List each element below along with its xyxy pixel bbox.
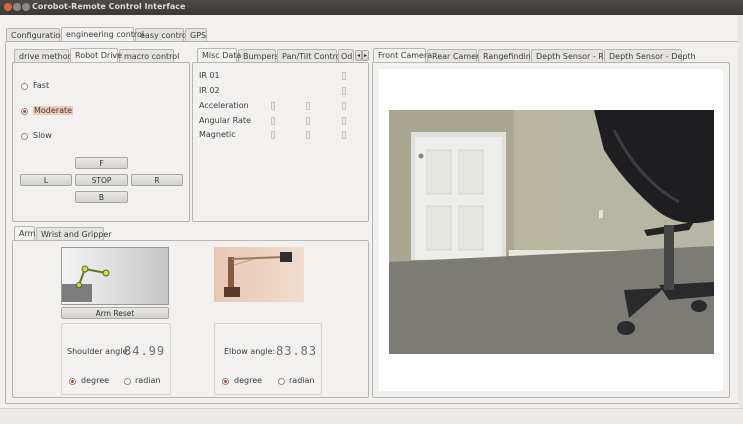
shoulder-degree-radio[interactable] bbox=[69, 378, 76, 385]
tab-arm[interactable]: Arm bbox=[14, 226, 35, 240]
shoulder-angle-group: Shoulder angle: 84.99 degree radian bbox=[61, 323, 171, 395]
tab-misc-data[interactable]: Misc Data bbox=[197, 48, 241, 62]
shoulder-radian-label: radian bbox=[135, 376, 161, 385]
ir02-bar bbox=[342, 87, 346, 95]
tab-robot-drive[interactable]: Robot Drive bbox=[70, 48, 122, 62]
arm-panel: Arm Reset Shoulder angle: 84.99 degree r… bbox=[12, 240, 369, 398]
magnetic-y-bar bbox=[306, 131, 310, 139]
tab-macro-control[interactable]: macro control bbox=[119, 49, 179, 62]
angular-rate-x-bar bbox=[271, 117, 275, 125]
tab-configuration[interactable]: Configuration bbox=[6, 28, 65, 41]
right-button[interactable]: R bbox=[131, 174, 183, 186]
sensor-label-angular-rate: Angular Rate bbox=[199, 116, 251, 125]
robot-drive-panel: Fast Moderate Slow F L STOP R B bbox=[12, 62, 190, 222]
tab-wrist-and-gripper[interactable]: Wrist and Gripper bbox=[36, 227, 112, 240]
shoulder-angle-label: Shoulder angle: bbox=[67, 347, 131, 356]
tab-engineering-control[interactable]: engineering control bbox=[61, 27, 144, 41]
speed-slow-radio[interactable] bbox=[21, 133, 28, 140]
tab-bumpers[interactable]: Bumpers bbox=[238, 49, 279, 62]
sensor-label-acceleration: Acceleration bbox=[199, 101, 249, 110]
tab-scroll-left-icon[interactable]: ◂ bbox=[355, 50, 362, 61]
forward-button[interactable]: F bbox=[75, 157, 128, 169]
tab-depth-sensor-depth[interactable]: Depth Sensor - Depth bbox=[604, 49, 696, 62]
shoulder-radian-radio[interactable] bbox=[124, 378, 131, 385]
window-titlebar: Corobot-Remote Control Interface bbox=[0, 0, 743, 15]
elbow-angle-label: Elbow angle: bbox=[224, 347, 276, 356]
elbow-degree-radio[interactable] bbox=[222, 378, 229, 385]
shoulder-degree-label: degree bbox=[81, 376, 110, 385]
elbow-angle-group: Elbow angle: 83.83 degree radian bbox=[214, 323, 322, 395]
sensor-label-magnetic: Magnetic bbox=[199, 130, 236, 139]
speed-slow-label: Slow bbox=[33, 131, 52, 140]
tab-odometry[interactable]: Od bbox=[338, 49, 354, 62]
tab-drive-methods[interactable]: drive methods bbox=[14, 49, 77, 62]
tab-pan-tilt-control[interactable]: Pan/Tilt Control bbox=[277, 49, 343, 62]
elbow-radian-radio[interactable] bbox=[278, 378, 285, 385]
acceleration-x-bar bbox=[271, 102, 275, 110]
speed-moderate-label: Moderate bbox=[33, 106, 74, 115]
maximize-icon[interactable] bbox=[22, 3, 30, 11]
magnetic-x-bar bbox=[271, 131, 275, 139]
arm-reset-button[interactable]: Arm Reset bbox=[61, 307, 169, 319]
sensor-label-ir02: IR 02 bbox=[199, 86, 220, 95]
misc-data-panel: IR 01 IR 02 Acceleration Angular Rate Ma… bbox=[192, 62, 369, 222]
magnetic-z-bar bbox=[342, 131, 346, 139]
robot-arm-image-icon bbox=[224, 252, 292, 297]
sensor-label-ir01: IR 01 bbox=[199, 71, 220, 80]
elbow-radian-label: radian bbox=[289, 376, 315, 385]
stop-button[interactable]: STOP bbox=[75, 174, 128, 186]
camera-feed-image bbox=[389, 110, 714, 354]
tab-depth-sensor-rgb[interactable]: Depth Sensor - RGB bbox=[531, 49, 616, 62]
left-button[interactable]: L bbox=[20, 174, 72, 186]
elbow-degree-label: degree bbox=[234, 376, 263, 385]
acceleration-z-bar bbox=[342, 102, 346, 110]
acceleration-y-bar bbox=[306, 102, 310, 110]
tab-rear-camera[interactable]: Rear Camera bbox=[427, 49, 484, 62]
camera-view-area bbox=[379, 69, 723, 391]
angular-rate-y-bar bbox=[306, 117, 310, 125]
tab-front-camera[interactable]: Front Camera bbox=[373, 48, 432, 62]
back-button[interactable]: B bbox=[75, 191, 128, 203]
window-right-edge bbox=[738, 15, 743, 410]
speed-moderate-radio[interactable] bbox=[21, 108, 28, 115]
shoulder-arm-diagram bbox=[61, 247, 169, 305]
window-title: Corobot-Remote Control Interface bbox=[32, 2, 186, 11]
elbow-angle-display: 83.83 bbox=[276, 344, 318, 358]
minimize-icon[interactable] bbox=[13, 3, 21, 11]
tab-scroll-right-icon[interactable]: ▸ bbox=[362, 50, 369, 61]
shoulder-angle-display: 84.99 bbox=[124, 344, 166, 358]
status-bar bbox=[0, 408, 743, 424]
angular-rate-z-bar bbox=[342, 117, 346, 125]
tab-gps[interactable]: GPS bbox=[185, 28, 207, 41]
ir01-bar bbox=[342, 72, 346, 80]
close-icon[interactable] bbox=[4, 3, 12, 11]
tab-rangefinding[interactable]: Rangefinding bbox=[478, 49, 536, 62]
speed-fast-label: Fast bbox=[33, 81, 50, 90]
speed-fast-radio[interactable] bbox=[21, 83, 28, 90]
robot-arm-photo bbox=[214, 247, 304, 302]
arm-linkage-icon bbox=[76, 265, 110, 288]
front-camera-panel bbox=[372, 62, 730, 398]
